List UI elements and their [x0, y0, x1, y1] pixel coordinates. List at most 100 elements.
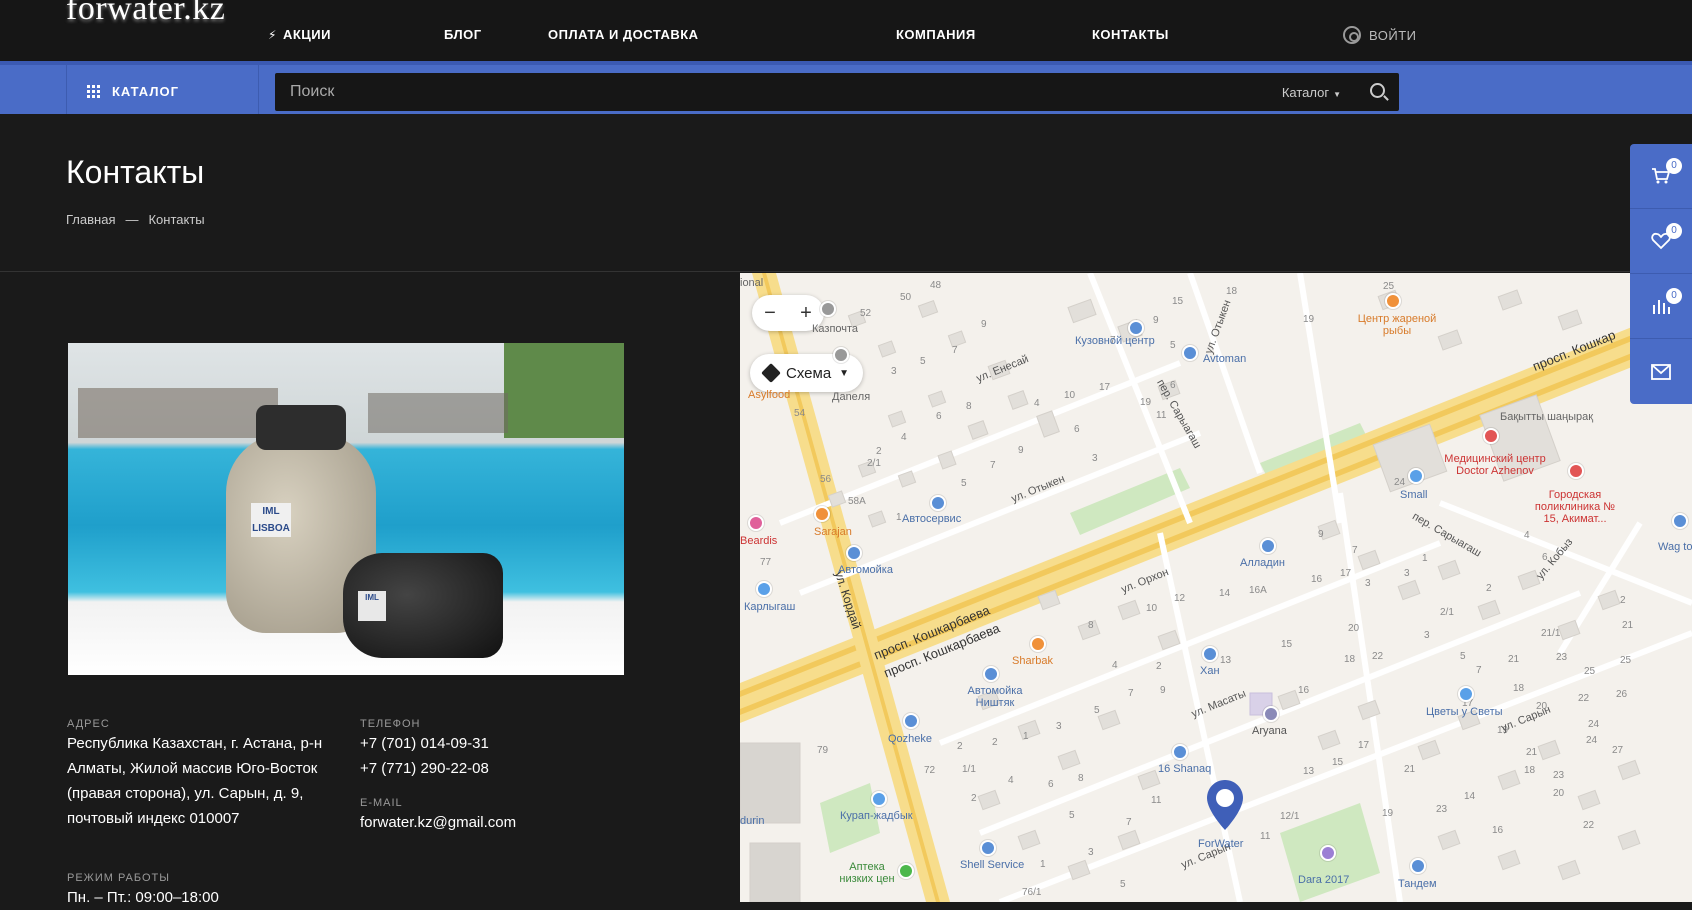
favorites-button[interactable]: 0: [1630, 209, 1692, 274]
svg-text:14: 14: [1219, 588, 1231, 599]
search-icon[interactable]: [1370, 83, 1385, 98]
venue-icon[interactable]: [1320, 845, 1336, 861]
svg-text:18: 18: [1226, 286, 1238, 297]
phone-1[interactable]: +7 (701) 014-09-31: [360, 731, 489, 756]
svg-text:52: 52: [860, 308, 872, 319]
place-label: Хан: [1200, 665, 1220, 677]
contacts-panel: IML LISBOA IML АДРЕС Республика Казахста…: [0, 273, 740, 906]
shop-icon[interactable]: [1410, 858, 1426, 874]
venue-icon[interactable]: [1263, 706, 1279, 722]
svg-text:3: 3: [1056, 721, 1062, 732]
email-link[interactable]: forwater.kz@gmail.com: [360, 810, 516, 835]
catalog-button[interactable]: КАТАЛОГ: [66, 65, 259, 118]
svg-text:9: 9: [1018, 445, 1024, 456]
svg-text:7: 7: [990, 460, 996, 471]
svg-text:1/1: 1/1: [962, 764, 976, 775]
zoom-out-button[interactable]: −: [764, 302, 776, 325]
svg-text:3: 3: [1365, 578, 1371, 589]
flower-shop-icon[interactable]: [1458, 686, 1474, 702]
nav-item-contacts[interactable]: КОНТАКТЫ: [1092, 27, 1169, 42]
car-service-icon[interactable]: [1128, 320, 1144, 336]
svg-text:7: 7: [1126, 817, 1132, 828]
shop-icon[interactable]: [756, 581, 772, 597]
place-label: Бақытты шаңырақ: [1500, 411, 1594, 423]
car-service-icon[interactable]: [1182, 345, 1198, 361]
car-wash-icon[interactable]: [846, 545, 862, 561]
svg-text:20: 20: [1553, 788, 1565, 799]
restaurant-icon[interactable]: [1385, 293, 1401, 309]
svg-text:5: 5: [1094, 705, 1100, 716]
place-label: Qozheke: [888, 733, 933, 745]
svg-text:10: 10: [1064, 390, 1076, 401]
svg-text:2: 2: [992, 737, 998, 748]
site-logo[interactable]: forwater.kz: [66, 0, 225, 28]
svg-text:2/1: 2/1: [1440, 607, 1454, 618]
nav-item-blog[interactable]: БЛОГ: [444, 27, 482, 42]
car-wash-icon[interactable]: [983, 666, 999, 682]
location-pin-icon[interactable]: [1206, 779, 1244, 831]
svg-text:2: 2: [1486, 583, 1492, 594]
breadcrumb-home[interactable]: Главная: [66, 212, 115, 227]
car-service-icon[interactable]: [1202, 646, 1218, 662]
svg-text:4: 4: [1034, 398, 1040, 409]
cart-count-badge: 0: [1666, 158, 1682, 174]
beauty-icon[interactable]: [748, 515, 764, 531]
phone-2[interactable]: +7 (771) 290-22-08: [360, 756, 489, 781]
hospital-icon[interactable]: [1568, 463, 1584, 479]
layers-icon: [761, 363, 781, 383]
svg-text:77: 77: [760, 557, 772, 568]
nav-item-promotions[interactable]: ⚡ АКЦИИ: [268, 27, 331, 42]
compare-button[interactable]: 0: [1630, 274, 1692, 339]
gas-station-icon[interactable]: [980, 840, 996, 856]
pump-label: IML: [358, 591, 386, 621]
address-text: Республика Казахстан, г. Астана, р-н Алм…: [67, 735, 323, 827]
svg-text:2: 2: [1620, 595, 1626, 606]
hospital-icon[interactable]: [1483, 428, 1499, 444]
restaurant-icon[interactable]: [814, 506, 830, 522]
nav-item-payment-delivery[interactable]: ОПЛАТА И ДОСТАВКА: [548, 27, 699, 42]
svg-text:8: 8: [966, 401, 972, 412]
login-button[interactable]: ВОЙТИ: [1343, 26, 1416, 44]
place-label: Wag to: [1658, 541, 1692, 553]
lightning-icon: ⚡: [268, 28, 277, 42]
car-service-icon[interactable]: [930, 495, 946, 511]
place-label: Avtoman: [1203, 353, 1247, 365]
shop-icon[interactable]: [871, 791, 887, 807]
breadcrumb-separator: —: [125, 212, 139, 227]
car-service-icon[interactable]: [1260, 538, 1276, 554]
pharmacy-icon[interactable]: [833, 347, 849, 363]
nav-item-company[interactable]: КОМПАНИЯ: [896, 27, 976, 42]
restaurant-icon[interactable]: [1030, 636, 1046, 652]
svg-text:4: 4: [901, 432, 907, 443]
svg-text:2: 2: [971, 793, 977, 804]
shop-icon[interactable]: [1408, 468, 1424, 484]
zoom-in-button[interactable]: +: [800, 302, 812, 325]
address-label: АДРЕС: [67, 718, 110, 730]
place-label: Sharbak: [1012, 655, 1053, 667]
svg-text:16: 16: [1298, 685, 1310, 696]
car-service-icon[interactable]: [1172, 744, 1188, 760]
svg-text:23: 23: [1436, 804, 1448, 815]
svg-text:17: 17: [1358, 740, 1370, 751]
svg-text:54: 54: [794, 408, 806, 419]
post-icon[interactable]: [820, 301, 836, 317]
place-label: Центр жареной рыбы: [1357, 313, 1437, 337]
svg-text:4: 4: [1008, 775, 1014, 786]
car-service-icon[interactable]: [1672, 513, 1688, 529]
svg-text:18: 18: [1513, 683, 1525, 694]
svg-text:5: 5: [920, 356, 926, 367]
place-label: 16 Shanaq: [1158, 763, 1212, 775]
car-service-icon[interactable]: [903, 713, 919, 729]
svg-text:27: 27: [1612, 745, 1624, 756]
hours-label: РЕЖИМ РАБОТЫ: [67, 872, 171, 884]
page-header: Контакты Главная — Контакты: [0, 114, 1692, 272]
svg-text:7: 7: [1476, 665, 1482, 676]
cart-button[interactable]: 0: [1630, 144, 1692, 209]
search-scope-dropdown[interactable]: Каталог ▼: [1282, 85, 1341, 100]
svg-text:16: 16: [1311, 574, 1323, 585]
place-label: Алладин: [1240, 557, 1285, 569]
search-input[interactable]: [290, 73, 1190, 111]
svg-text:24: 24: [1588, 719, 1600, 730]
svg-text:25: 25: [1620, 655, 1632, 666]
feedback-button[interactable]: [1630, 339, 1692, 404]
